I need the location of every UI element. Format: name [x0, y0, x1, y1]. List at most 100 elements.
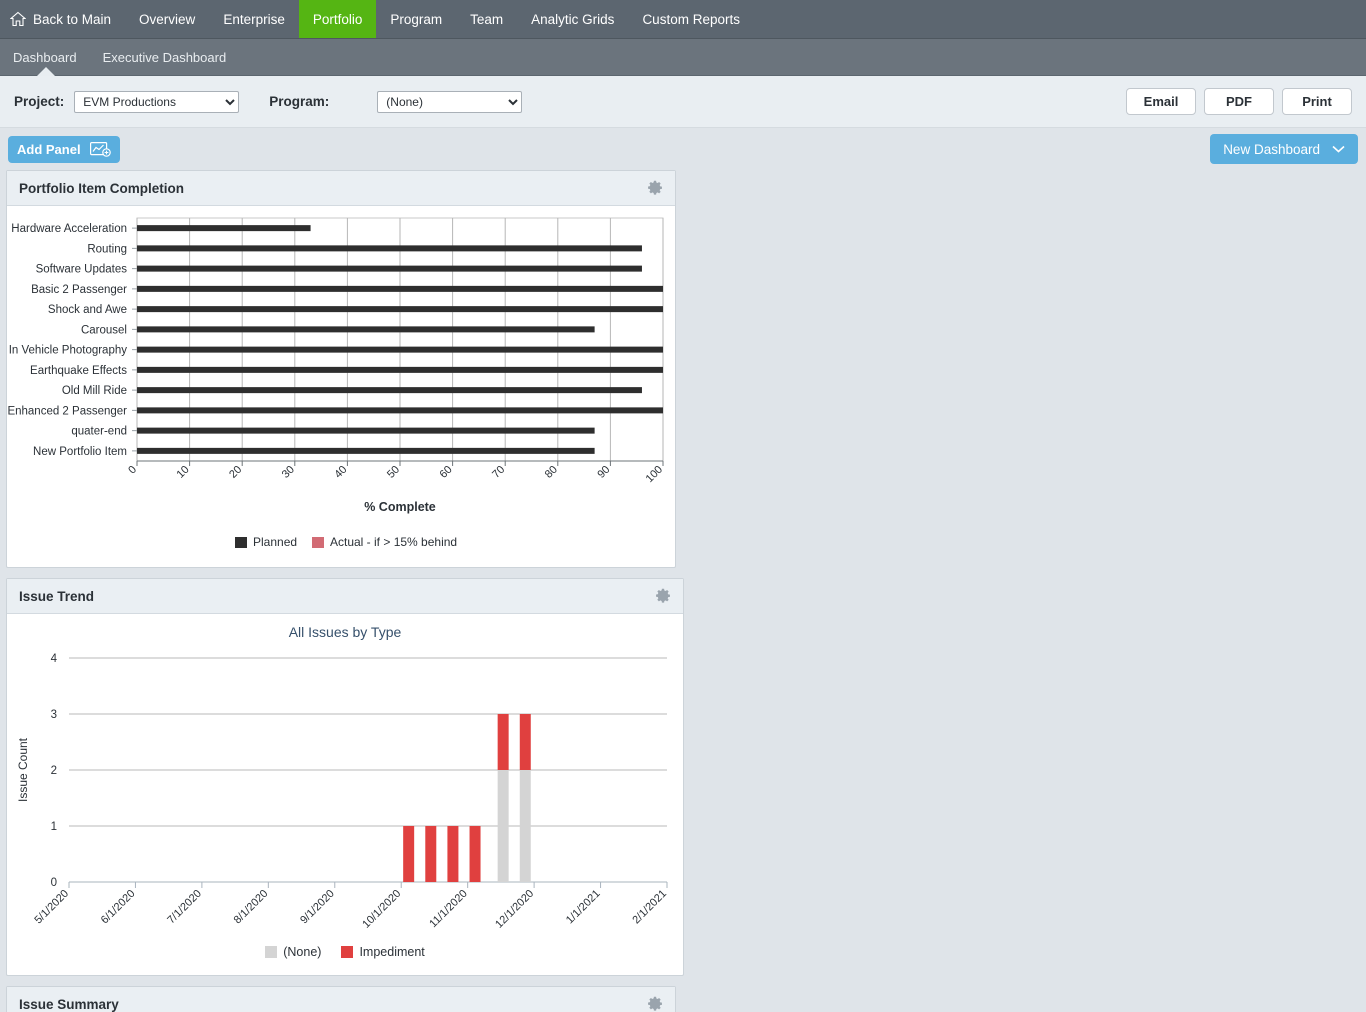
svg-text:7/1/2020: 7/1/2020: [165, 888, 204, 927]
home-icon: [9, 11, 27, 27]
nav-item-custom-reports[interactable]: Custom Reports: [628, 0, 754, 38]
svg-text:Enhanced 2 Passenger: Enhanced 2 Passenger: [7, 405, 127, 417]
svg-text:% Complete: % Complete: [364, 500, 436, 514]
nav-item-analytic-grids[interactable]: Analytic Grids: [517, 0, 628, 38]
subnav-label-executive-dashboard: Executive Dashboard: [102, 49, 227, 65]
program-label: Program:: [269, 94, 330, 109]
print-button[interactable]: Print: [1282, 88, 1352, 115]
panel-header-issue-summary: Issue Summary: [7, 987, 675, 1012]
svg-text:Hardware Acceleration: Hardware Acceleration: [11, 223, 127, 235]
legend-item[interactable]: (None): [265, 945, 321, 959]
project-label: Project:: [14, 94, 65, 109]
panel-issue-summary: Issue Summary All Issues by Type (None)I…: [6, 986, 676, 1012]
svg-text:Issue Count: Issue Count: [16, 737, 30, 802]
nav-label-enterprise: Enterprise: [223, 11, 285, 27]
active-tab-pointer: [37, 67, 55, 76]
export-button-group: Email PDF Print: [1126, 88, 1352, 115]
svg-text:Earthquake Effects: Earthquake Effects: [30, 365, 127, 377]
add-panel-button[interactable]: Add Panel: [8, 135, 120, 163]
svg-text:20: 20: [227, 464, 244, 481]
svg-text:12/1/2020: 12/1/2020: [493, 888, 536, 931]
svg-text:1/1/2021: 1/1/2021: [564, 888, 603, 927]
legend-swatch: [265, 946, 278, 958]
nav-label-back-to-main: Back to Main: [33, 11, 112, 27]
svg-text:Carousel: Carousel: [81, 324, 127, 336]
svg-text:1: 1: [51, 821, 57, 833]
svg-text:10: 10: [175, 464, 192, 481]
new-dashboard-label: New Dashboard: [1223, 141, 1320, 157]
add-panel-label: Add Panel: [17, 141, 81, 157]
svg-text:2/1/2021: 2/1/2021: [630, 888, 669, 927]
svg-text:Old Mill Ride: Old Mill Ride: [62, 385, 127, 397]
svg-text:3: 3: [51, 709, 57, 721]
nav-label-custom-reports: Custom Reports: [642, 11, 740, 27]
svg-text:11/1/2020: 11/1/2020: [427, 888, 470, 931]
svg-text:New Portfolio Item: New Portfolio Item: [33, 446, 127, 458]
gear-icon[interactable]: [647, 996, 663, 1012]
pdf-button[interactable]: PDF: [1204, 88, 1274, 115]
svg-text:5/1/2020: 5/1/2020: [32, 888, 71, 927]
panel-title-issue-trend: Issue Trend: [19, 588, 95, 604]
svg-text:Planned: Planned: [253, 535, 297, 549]
svg-text:4: 4: [51, 653, 58, 665]
panel-body-issue-trend: All Issues by Type 0 1 2 3 4 Issue Count 5/1/2…: [7, 614, 683, 959]
nav-item-portfolio[interactable]: Portfolio: [298, 0, 377, 38]
nav-item-program[interactable]: Program: [376, 0, 456, 38]
svg-text:Basic 2 Passenger: Basic 2 Passenger: [31, 284, 127, 296]
svg-text:40: 40: [332, 464, 349, 481]
svg-text:Actual - if > 15% behind: Actual - if > 15% behind: [330, 535, 457, 549]
panel-header-portfolio-item-completion: Portfolio Item Completion: [7, 171, 675, 206]
gear-icon[interactable]: [647, 180, 663, 196]
new-dashboard-button[interactable]: New Dashboard: [1210, 134, 1358, 164]
svg-text:50: 50: [385, 464, 402, 481]
program-select[interactable]: (None): [377, 90, 523, 113]
nav-label-program: Program: [390, 11, 443, 27]
panel-title-portfolio-item-completion: Portfolio Item Completion: [19, 180, 184, 196]
svg-text:9/1/2020: 9/1/2020: [298, 888, 337, 927]
legend-swatch: [341, 946, 354, 958]
svg-text:In Vehicle Photography: In Vehicle Photography: [9, 345, 128, 357]
chart-portfolio-item-completion: Hardware Acceleration Routing Software Upd…: [7, 217, 665, 549]
svg-text:8/1/2020: 8/1/2020: [232, 888, 271, 927]
svg-text:Software Updates: Software Updates: [36, 264, 128, 276]
legend-item[interactable]: Impediment: [341, 945, 425, 959]
dashboard-panel-board: Portfolio Item Completion Hardware Accel…: [0, 170, 1366, 1012]
subnav-label-dashboard: Dashboard: [13, 49, 77, 65]
nav-label-portfolio: Portfolio: [312, 11, 363, 27]
nav-item-enterprise[interactable]: Enterprise: [209, 0, 299, 38]
subnav-item-dashboard[interactable]: Dashboard: [0, 50, 90, 65]
nav-item-overview[interactable]: Overview: [125, 0, 209, 38]
svg-text:Shock and Awe: Shock and Awe: [48, 304, 127, 316]
svg-text:60: 60: [438, 464, 455, 481]
project-select[interactable]: EVM Productions: [74, 90, 240, 113]
chart-title-issue-trend: All Issues by Type: [288, 624, 402, 640]
nav-item-back-to-main[interactable]: Back to Main: [0, 0, 125, 38]
panel-body-portfolio-item-completion: Hardware Acceleration Routing Software Upd…: [7, 206, 675, 571]
nav-label-team: Team: [470, 11, 504, 27]
svg-text:30: 30: [280, 464, 297, 481]
svg-text:10/1/2020: 10/1/2020: [360, 888, 403, 931]
svg-text:2: 2: [51, 765, 57, 777]
panel-header-issue-trend: Issue Trend: [7, 579, 683, 614]
svg-text:Routing: Routing: [87, 243, 127, 255]
add-chart-icon: [89, 141, 111, 157]
top-navigation-bar: Back to Main Overview Enterprise Portfol…: [0, 0, 1366, 39]
sub-navigation-bar: Dashboard Executive Dashboard: [0, 39, 1366, 76]
svg-text:90: 90: [595, 464, 612, 481]
subnav-item-executive-dashboard[interactable]: Executive Dashboard: [90, 50, 240, 65]
email-button[interactable]: Email: [1126, 88, 1196, 115]
legend-label: (None): [283, 945, 322, 959]
filter-toolbar: Project: EVM Productions Program: (None)…: [0, 76, 1366, 128]
chevron-down-icon: [1332, 145, 1345, 153]
svg-text:0: 0: [51, 877, 57, 889]
svg-text:6/1/2020: 6/1/2020: [99, 888, 138, 927]
dashboard-action-bar: Add Panel New Dashboard: [0, 128, 1366, 170]
svg-text:80: 80: [543, 464, 560, 481]
svg-text:70: 70: [490, 464, 507, 481]
nav-label-overview: Overview: [139, 11, 196, 27]
gear-icon[interactable]: [655, 588, 671, 604]
svg-text:quater-end: quater-end: [71, 426, 127, 438]
nav-item-team[interactable]: Team: [456, 0, 517, 38]
legend-label: Impediment: [359, 945, 425, 959]
nav-label-analytic-grids: Analytic Grids: [531, 11, 615, 27]
